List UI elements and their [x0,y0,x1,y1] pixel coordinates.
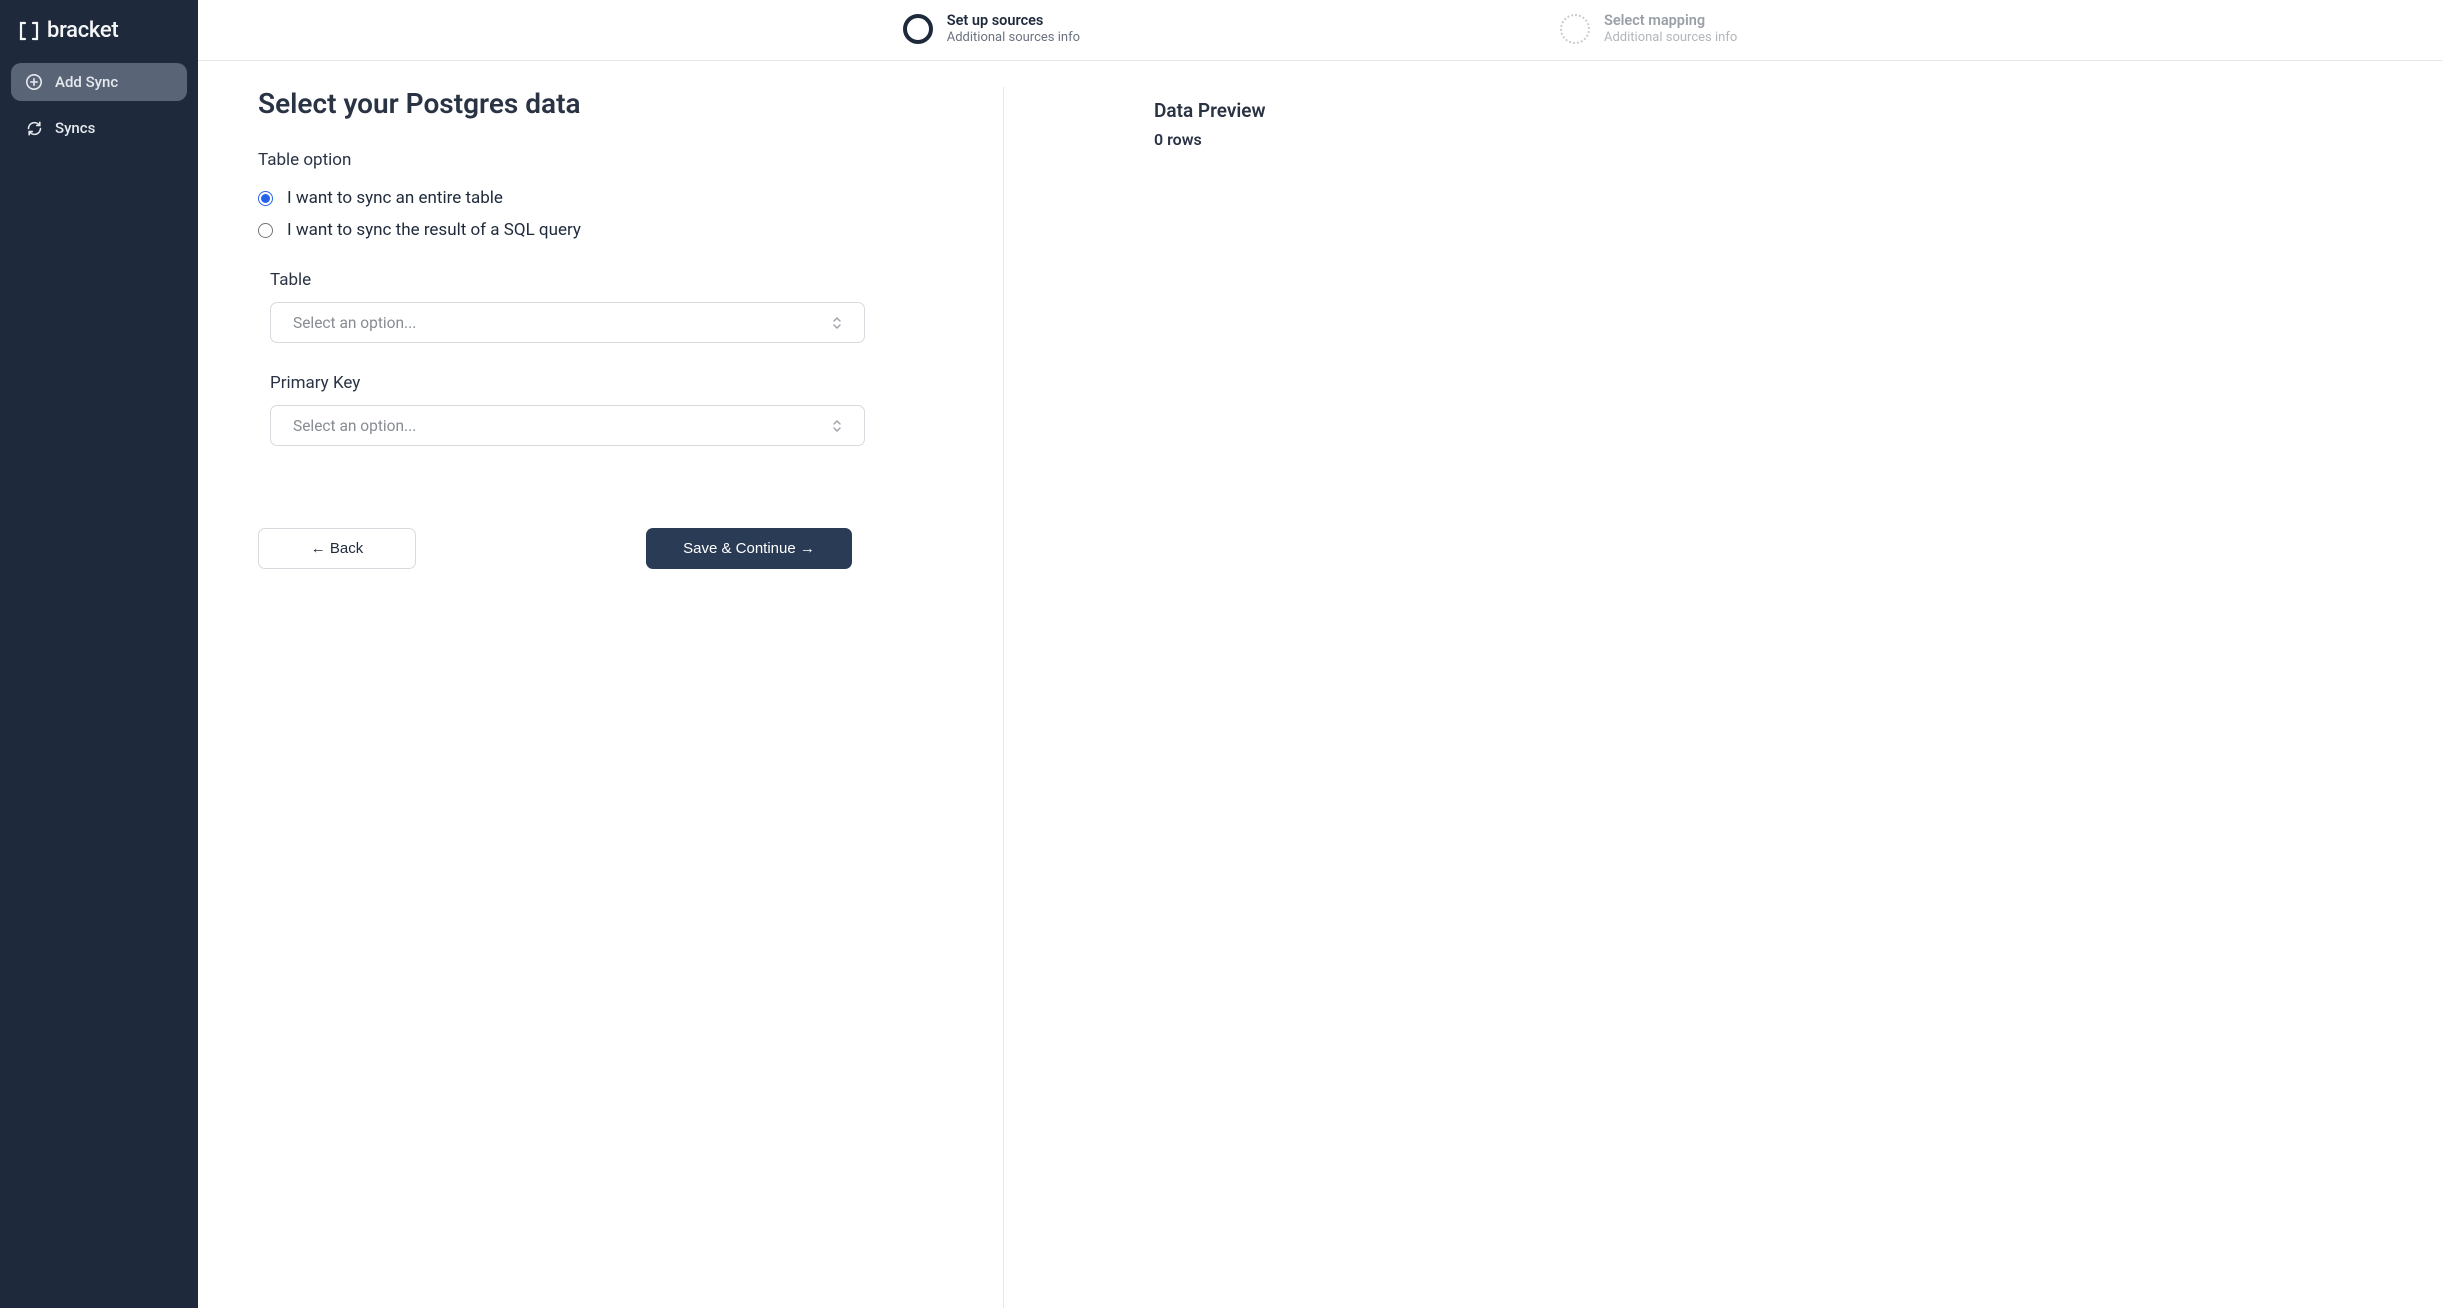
sidebar-item-label: Add Sync [55,73,118,91]
back-button[interactable]: ← Back [258,528,416,569]
radio-label: I want to sync an entire table [287,188,503,208]
data-preview-panel: Data Preview 0 rows [1004,87,2382,1308]
data-preview-row-count: 0 rows [1154,130,2382,149]
brand-name: bracket [47,18,118,43]
chevron-up-down-icon [832,316,842,330]
table-field-label: Table [270,270,963,290]
radio-input-entire-table[interactable] [258,191,273,206]
sidebar-item-add-sync[interactable]: Add Sync [11,63,187,101]
table-option-label: Table option [258,150,963,170]
step-subtitle: Additional sources info [947,30,1080,46]
main-form-panel: Select your Postgres data Table option I… [258,87,1004,1308]
select-placeholder: Select an option... [293,314,416,332]
step-circle-active-icon [903,14,933,44]
refresh-icon [25,119,43,137]
sidebar-item-syncs[interactable]: Syncs [11,109,187,147]
select-placeholder: Select an option... [293,417,416,435]
primary-key-field-label: Primary Key [270,373,963,393]
data-preview-title: Data Preview [1154,99,2382,122]
bracket-logo-icon [19,21,39,41]
radio-input-sql-query[interactable] [258,223,273,238]
radio-label: I want to sync the result of a SQL query [287,220,581,240]
radio-sync-sql-query[interactable]: I want to sync the result of a SQL query [258,220,963,240]
sidebar-item-label: Syncs [55,119,95,137]
radio-sync-entire-table[interactable]: I want to sync an entire table [258,188,963,208]
step-select-mapping[interactable]: Select mapping Additional sources info [1560,12,1737,46]
chevron-up-down-icon [832,419,842,433]
step-title: Set up sources [947,12,1080,30]
step-circle-inactive-icon [1560,14,1590,44]
stepper: Set up sources Additional sources info S… [198,0,2442,61]
brand-logo: bracket [11,18,187,63]
primary-key-select[interactable]: Select an option... [270,405,865,446]
sidebar: bracket Add Sync Syncs [0,0,198,1308]
save-continue-button[interactable]: Save & Continue → [646,528,852,569]
step-set-up-sources[interactable]: Set up sources Additional sources info [903,12,1080,46]
plus-circle-icon [25,73,43,91]
step-subtitle: Additional sources info [1604,30,1737,46]
page-title: Select your Postgres data [258,87,963,120]
table-select[interactable]: Select an option... [270,302,865,343]
step-title: Select mapping [1604,12,1737,30]
